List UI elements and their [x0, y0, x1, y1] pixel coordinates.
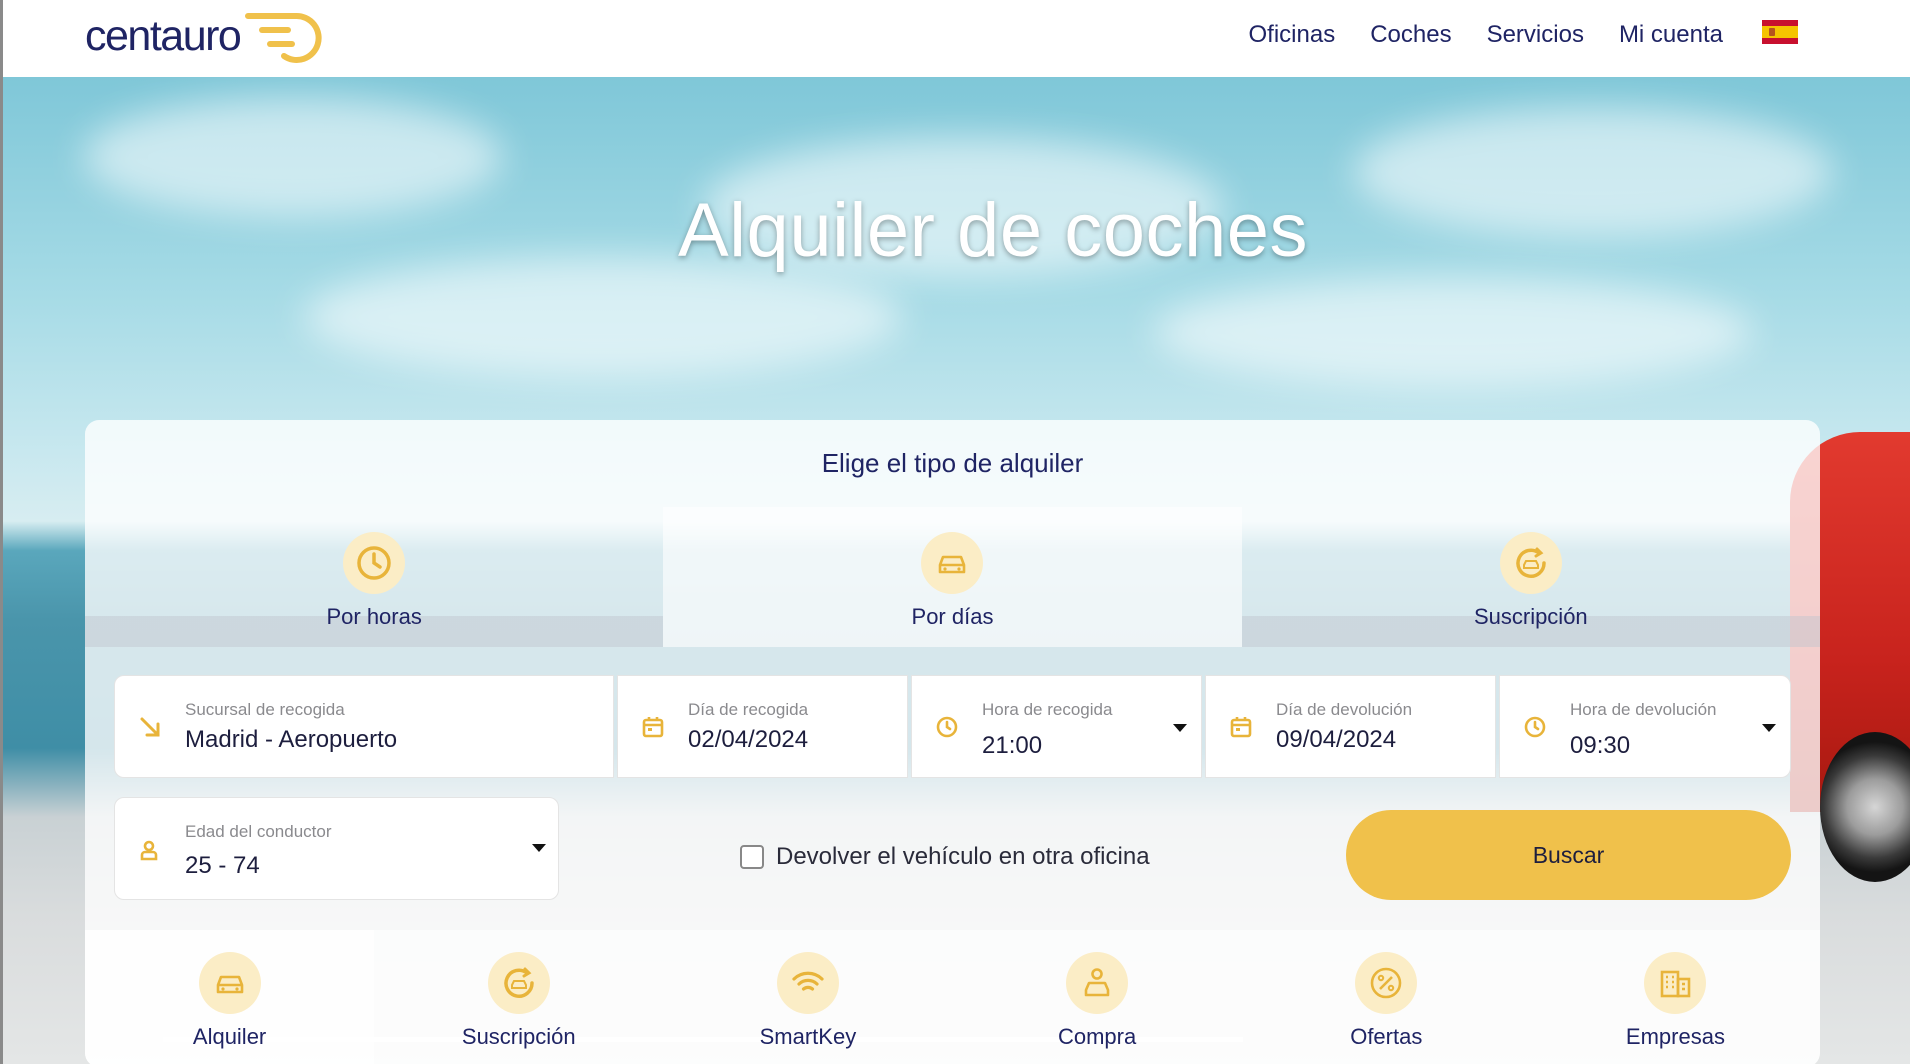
person-icon	[137, 838, 161, 867]
service-label: SmartKey	[759, 1024, 857, 1049]
service-suscripcion[interactable]: Suscripción	[374, 930, 664, 1064]
tab-label: Por horas	[326, 604, 422, 629]
tab-por-horas[interactable]: Por horas	[85, 507, 664, 647]
logo-text: centauro	[85, 11, 242, 60]
checkbox-label: Devolver el vehículo en otra oficina	[776, 843, 1150, 870]
field-value: 21:00	[982, 732, 1043, 759]
hero-section: Alquiler de coches Elige el tipo de alqu…	[0, 77, 1910, 1064]
rental-type-tabs: Por horas Por días Suscripción	[85, 507, 1820, 647]
field-label: Día de devolución	[1276, 700, 1413, 719]
centauro-logo[interactable]: centauro	[85, 6, 326, 66]
tab-label: Por días	[911, 604, 994, 629]
field-value: 09/04/2024	[1276, 726, 1397, 753]
nav-coches[interactable]: Coches	[1370, 21, 1451, 49]
pickup-time-select[interactable]: Hora de recogida 21:00	[911, 675, 1202, 778]
service-label: Ofertas	[1350, 1024, 1423, 1049]
service-label: Compra	[1057, 1024, 1137, 1049]
cloud	[303, 257, 903, 377]
main-nav: Oficinas Coches Servicios Mi cuenta	[1249, 0, 1798, 70]
rental-type-title: Elige el tipo de alquiler	[821, 448, 1084, 478]
cloud	[1153, 277, 1753, 387]
service-label: Alquiler	[192, 1024, 267, 1049]
search-panel: Elige el tipo de alquiler Por horas Por …	[85, 420, 1820, 1064]
service-label: Suscripción	[461, 1024, 576, 1049]
calendar-icon	[1228, 714, 1254, 740]
field-label: Hora de devolución	[1570, 700, 1717, 719]
service-alquiler[interactable]: Alquiler	[85, 930, 375, 1064]
checkbox[interactable]	[740, 845, 764, 869]
return-date-field[interactable]: Día de devolución 09/04/2024	[1205, 675, 1496, 778]
logo-mark-icon	[245, 12, 322, 63]
field-label: Día de recogida	[688, 700, 809, 719]
service-empresas[interactable]: Empresas	[1530, 930, 1820, 1064]
field-value: 02/04/2024	[688, 726, 809, 753]
subscription-icon	[1499, 532, 1562, 594]
field-label: Hora de recogida	[982, 700, 1113, 719]
service-nav: Alquiler Suscripción SmartKey Compra Ofe…	[85, 930, 1820, 1064]
field-value: 25 - 74	[185, 852, 260, 879]
clock-icon	[1522, 714, 1548, 740]
calendar-icon	[640, 714, 666, 740]
buy-car-icon	[1066, 952, 1129, 1014]
driver-age-select[interactable]: Edad del conductor 25 - 74	[114, 797, 559, 900]
arrow-down-right-icon	[137, 714, 163, 740]
car-icon	[198, 952, 261, 1014]
chevron-down-icon	[532, 844, 546, 852]
car-icon	[921, 532, 984, 594]
subscription-icon	[487, 952, 550, 1014]
search-form-row-2: Edad del conductor 25 - 74 Devolver el v…	[114, 797, 1791, 900]
field-label: Edad del conductor	[185, 822, 332, 841]
nav-servicios[interactable]: Servicios	[1487, 21, 1584, 49]
pickup-date-field[interactable]: Día de recogida 02/04/2024	[617, 675, 908, 778]
nav-mi-cuenta[interactable]: Mi cuenta	[1619, 21, 1723, 49]
service-compra[interactable]: Compra	[952, 930, 1242, 1064]
discount-icon	[1355, 952, 1418, 1014]
service-ofertas[interactable]: Ofertas	[1241, 930, 1531, 1064]
clock-icon	[934, 714, 960, 740]
search-form-row: Sucursal de recogida Madrid - Aeropuerto…	[114, 675, 1791, 778]
chevron-down-icon	[1762, 724, 1776, 732]
search-button[interactable]: Buscar	[1346, 810, 1791, 900]
chevron-down-icon	[1173, 724, 1187, 732]
other-office-checkbox[interactable]: Devolver el vehículo en otra oficina	[740, 843, 1150, 871]
service-label: Empresas	[1625, 1024, 1725, 1049]
field-value: 09:30	[1570, 732, 1631, 759]
tab-label: Suscripción	[1473, 604, 1588, 629]
pickup-branch-field[interactable]: Sucursal de recogida Madrid - Aeropuerto	[114, 675, 614, 778]
nav-oficinas[interactable]: Oficinas	[1249, 21, 1336, 49]
wifi-icon	[776, 952, 839, 1014]
tab-por-dias[interactable]: Por días	[663, 507, 1242, 647]
tab-suscripcion[interactable]: Suscripción	[1241, 507, 1820, 647]
building-icon	[1644, 952, 1707, 1014]
field-label: Sucursal de recogida	[185, 700, 345, 719]
page-title: Alquiler de coches	[677, 188, 1309, 273]
service-smartkey[interactable]: SmartKey	[663, 930, 953, 1064]
spain-flag-icon[interactable]	[1762, 20, 1798, 44]
clock-icon	[343, 532, 406, 594]
return-time-select[interactable]: Hora de devolución 09:30	[1499, 675, 1791, 778]
site-header: centauro Oficinas Coches Servicios Mi cu…	[0, 0, 1910, 77]
field-value: Madrid - Aeropuerto	[185, 726, 398, 753]
